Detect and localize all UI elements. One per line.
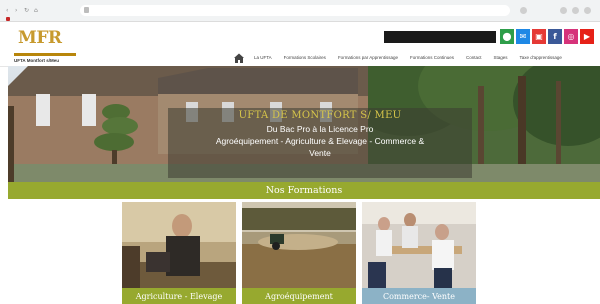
hero-title: UFTA DE MONTFORT S/ MEU: [238, 110, 402, 121]
logo-title: MFR: [18, 28, 62, 48]
browser-toolbar: ‹ › ↻ ⌂: [0, 0, 600, 22]
profile-icon[interactable]: [572, 7, 579, 14]
menu-item[interactable]: Taxe d'apprentissage: [520, 55, 562, 61]
home-nav-icon[interactable]: ⌂: [34, 8, 40, 14]
address-bar[interactable]: [80, 5, 510, 16]
menu-icon[interactable]: [584, 7, 591, 14]
back-icon[interactable]: ‹: [6, 8, 12, 14]
tractor-photo: [242, 202, 356, 288]
lock-icon: [84, 7, 89, 13]
card-agriculture[interactable]: Agriculture - Elevage: [122, 202, 236, 304]
home-icon[interactable]: [233, 52, 245, 64]
logo-bar: [14, 53, 76, 56]
bag-icon[interactable]: ▣: [532, 29, 546, 44]
hero-caption: UFTA DE MONTFORT S/ MEU Du Bac Pro à la …: [168, 108, 472, 178]
location-icon[interactable]: ⬤: [500, 29, 514, 44]
menu-item[interactable]: Formations Continues: [410, 55, 454, 61]
mail-icon[interactable]: ✉: [516, 29, 530, 44]
card-commerce[interactable]: Commerce- Vente: [362, 202, 476, 304]
hero-subtitle: Du Bac Pro à la Licence Pro: [266, 124, 374, 134]
browser-tab[interactable]: [6, 17, 56, 21]
menu-item[interactable]: Formations par Apprentissage: [338, 55, 398, 61]
instagram-icon[interactable]: ◎: [564, 29, 578, 44]
classroom-photo: [362, 202, 476, 288]
hero-banner: UFTA DE MONTFORT S/ MEU Du Bac Pro à la …: [8, 66, 600, 182]
main-menu: La UFTA Formations Scolaires Formations pa…: [254, 55, 574, 61]
site-logo[interactable]: MFR UFTA Montfort s/Meu: [14, 28, 76, 68]
hero-programs-line: Agroéquipement - Agriculture & Elevage -…: [215, 136, 425, 146]
forward-icon[interactable]: ›: [15, 8, 21, 14]
extensions-icon[interactable]: [560, 7, 567, 14]
bookmark-icon[interactable]: [520, 7, 527, 14]
hero-programs-line-2: Vente: [309, 148, 331, 158]
card-label-agroequipement[interactable]: Agroéquipement: [242, 288, 356, 304]
menu-item[interactable]: La UFTA: [254, 55, 272, 61]
facebook-icon[interactable]: f: [548, 29, 562, 44]
section-title: Nos Formations: [265, 185, 343, 196]
card-label-commerce[interactable]: Commerce- Vente: [362, 288, 476, 304]
menu-item[interactable]: Stages: [494, 55, 508, 61]
card-label-agriculture[interactable]: Agriculture - Elevage: [122, 288, 236, 304]
farmer-photo: [122, 202, 236, 288]
logo-school-name: UFTA Montfort s/Meu: [14, 58, 59, 63]
formations-section-header: Nos Formations: [8, 182, 600, 199]
favicon-icon: [6, 17, 10, 21]
youtube-icon[interactable]: ▶: [580, 29, 594, 44]
visit-online-button[interactable]: [384, 31, 496, 43]
card-agroequipement[interactable]: Agroéquipement: [242, 202, 356, 304]
menu-item[interactable]: Formations Scolaires: [284, 55, 326, 61]
menu-item[interactable]: Contact: [466, 55, 482, 61]
reload-icon[interactable]: ↻: [24, 8, 30, 14]
